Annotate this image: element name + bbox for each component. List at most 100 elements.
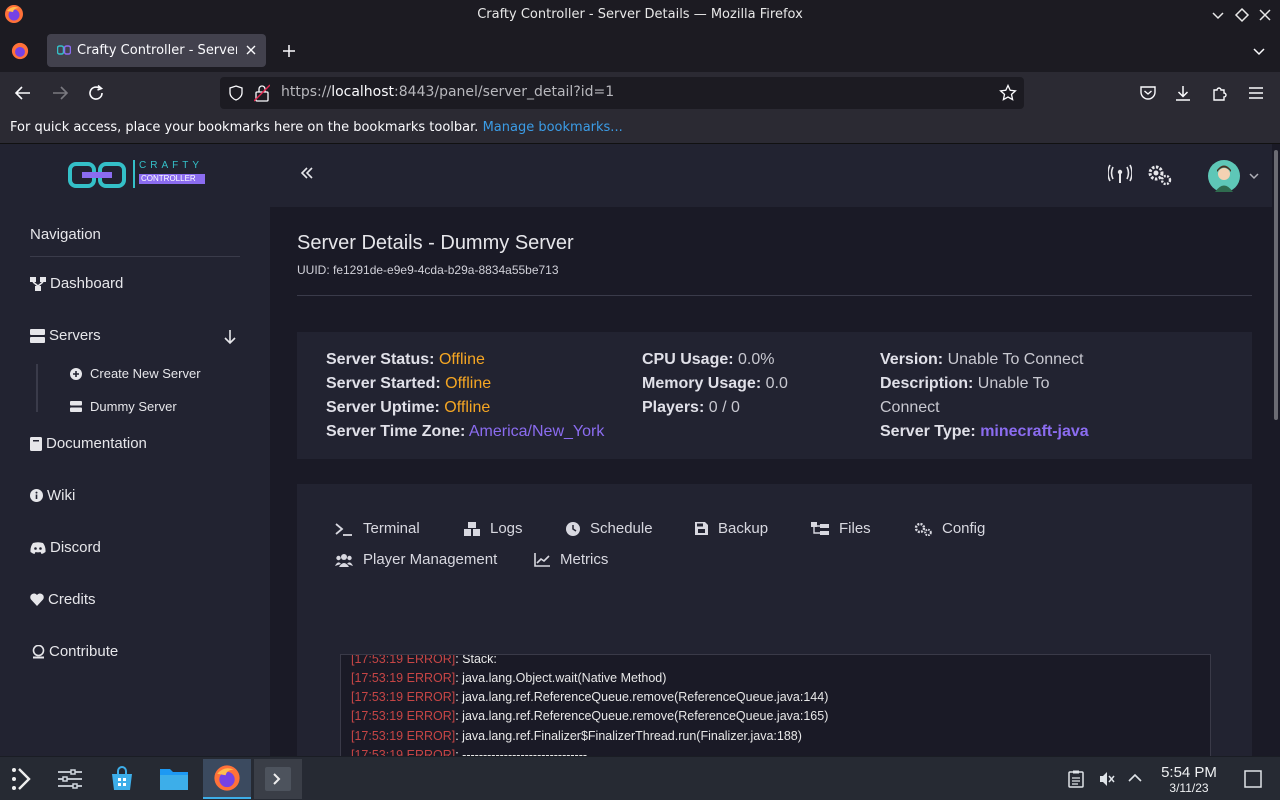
stats-column-info: Version: Unable To Connect Description: … bbox=[880, 348, 1100, 444]
close-tab-icon[interactable] bbox=[245, 43, 257, 57]
info-circle-icon bbox=[30, 489, 43, 502]
tracking-shield-icon[interactable] bbox=[228, 85, 244, 101]
tab-backup[interactable]: Backup bbox=[695, 520, 768, 537]
stat-value: Offline bbox=[445, 375, 492, 392]
discover-store-icon[interactable] bbox=[100, 759, 144, 799]
tab-files[interactable]: Files bbox=[811, 520, 871, 537]
firefox-taskbar-icon[interactable] bbox=[203, 759, 251, 799]
sidebar-item-discord[interactable]: Discord bbox=[30, 539, 101, 556]
tab-player-management[interactable]: Player Management bbox=[335, 551, 497, 568]
tab-logs[interactable]: Logs bbox=[464, 520, 523, 537]
sidebar-item-servers[interactable]: Servers bbox=[30, 327, 101, 344]
system-settings-icon[interactable] bbox=[48, 759, 92, 799]
chevron-down-icon[interactable] bbox=[1248, 170, 1260, 182]
volume-muted-icon[interactable] bbox=[1098, 770, 1116, 788]
bookmark-star-icon[interactable] bbox=[999, 84, 1017, 102]
tab-schedule[interactable]: Schedule bbox=[566, 520, 653, 537]
sidebar-item-documentation[interactable]: Documentation bbox=[30, 435, 147, 452]
collapse-sidebar-icon[interactable] bbox=[300, 166, 314, 180]
tab-label: Logs bbox=[490, 520, 523, 537]
clock[interactable]: 5:54 PM 3/11/23 bbox=[1150, 765, 1228, 796]
url-path: :8443/panel/server_detail?id=1 bbox=[394, 84, 615, 100]
tab-terminal[interactable]: Terminal bbox=[335, 520, 420, 537]
browser-tab[interactable]: Crafty Controller - Server D bbox=[47, 34, 266, 67]
header-divider bbox=[297, 295, 1252, 296]
show-desktop-icon[interactable] bbox=[1244, 770, 1262, 788]
clipboard-icon[interactable] bbox=[1068, 770, 1084, 788]
stat-label: Players: bbox=[642, 399, 705, 416]
tray-expand-icon[interactable] bbox=[1127, 771, 1143, 785]
tab-label: Metrics bbox=[560, 551, 609, 568]
log-line: [17:53:19 ERROR]: java.lang.Object.wait(… bbox=[351, 671, 666, 685]
list-tabs-icon[interactable] bbox=[1251, 43, 1267, 59]
reload-icon[interactable] bbox=[87, 84, 105, 102]
stat-server-timezone: Server Time Zone: America/New_York bbox=[326, 420, 604, 444]
log-timestamp: [17:53:19 ERROR] bbox=[351, 748, 456, 756]
stat-value: Unable To bbox=[977, 375, 1050, 392]
clock-icon bbox=[566, 521, 580, 536]
sidebar-subitem-create-server[interactable]: Create New Server bbox=[70, 366, 201, 381]
sidebar-item-contribute[interactable]: Contribute bbox=[32, 643, 118, 660]
settings-gears-icon[interactable] bbox=[1147, 164, 1173, 186]
crafty-wordmark: CRAFTY CONTROLLER bbox=[133, 160, 205, 188]
new-tab-icon[interactable] bbox=[281, 43, 297, 59]
tab-favicon-icon bbox=[57, 45, 71, 55]
sidebar-label-discord: Discord bbox=[50, 539, 101, 556]
app-launcher-icon[interactable] bbox=[0, 759, 44, 799]
maximize-icon[interactable] bbox=[1234, 7, 1250, 23]
tab-metrics[interactable]: Metrics bbox=[534, 551, 608, 568]
pocket-icon[interactable] bbox=[1139, 84, 1157, 102]
plus-circle-icon bbox=[70, 367, 82, 380]
menu-icon[interactable] bbox=[1247, 84, 1265, 102]
extensions-icon[interactable] bbox=[1211, 84, 1229, 102]
close-window-icon[interactable] bbox=[1257, 7, 1273, 23]
downloads-icon[interactable] bbox=[1174, 84, 1192, 102]
heart-icon bbox=[30, 593, 44, 606]
terminal-taskbar-icon[interactable] bbox=[254, 759, 302, 799]
log-line: [17:53:19 ERROR]: java.lang.ref.Referenc… bbox=[351, 690, 828, 704]
file-manager-icon[interactable] bbox=[152, 759, 196, 799]
sidebar-subitem-dummy-server[interactable]: Dummy Server bbox=[70, 399, 177, 414]
sidebar-label-create-server: Create New Server bbox=[90, 366, 201, 381]
stat-description: Description: Unable To bbox=[880, 372, 1100, 396]
arrow-down-icon[interactable] bbox=[223, 329, 237, 345]
sidebar-label-credits: Credits bbox=[48, 591, 96, 608]
sidebar-label-servers: Servers bbox=[49, 327, 101, 344]
forward-icon[interactable] bbox=[51, 84, 69, 102]
tab-config[interactable]: Config bbox=[914, 520, 985, 537]
log-timestamp: [17:53:19 ERROR] bbox=[351, 671, 456, 685]
user-avatar[interactable] bbox=[1207, 159, 1241, 193]
log-text: : java.lang.ref.ReferenceQueue.remove(Re… bbox=[455, 709, 829, 723]
stat-label: Server Uptime: bbox=[326, 399, 440, 416]
log-text: : java.lang.ref.ReferenceQueue.remove(Re… bbox=[455, 690, 829, 704]
stat-server-status: Server Status: Offline bbox=[326, 348, 604, 372]
manage-bookmarks-link[interactable]: Manage bookmarks... bbox=[483, 120, 623, 135]
log-text: : java.lang.ref.Finalizer$FinalizerThrea… bbox=[455, 729, 802, 743]
page-scrollbar-thumb[interactable] bbox=[1274, 150, 1278, 420]
sidebar-item-credits[interactable]: Credits bbox=[30, 591, 96, 608]
sidebar-item-dashboard[interactable]: Dashboard bbox=[30, 275, 123, 292]
log-text: : ------------------------------ bbox=[455, 748, 588, 756]
sidebar-heading: Navigation bbox=[30, 226, 101, 243]
sidebar-item-wiki[interactable]: Wiki bbox=[30, 487, 75, 504]
back-icon[interactable] bbox=[14, 84, 32, 102]
submenu-line bbox=[36, 364, 38, 412]
bookmarks-hint-text: For quick access, place your bookmarks h… bbox=[10, 120, 479, 135]
discord-icon bbox=[30, 541, 46, 554]
insecure-lock-icon[interactable] bbox=[254, 84, 270, 102]
boxes-icon bbox=[464, 521, 480, 536]
donate-icon bbox=[32, 644, 45, 659]
broadcast-icon[interactable] bbox=[1108, 164, 1132, 184]
minimize-icon[interactable] bbox=[1210, 7, 1226, 23]
log-timestamp: [17:53:19 ERROR] bbox=[351, 654, 456, 666]
url-bar[interactable]: https://localhost:8443/panel/server_deta… bbox=[220, 77, 1024, 109]
stat-label: Description: bbox=[880, 375, 974, 392]
log-text: : java.lang.Object.wait(Native Method) bbox=[455, 671, 667, 685]
stat-label: Server Type: bbox=[880, 423, 976, 440]
crafty-logo[interactable] bbox=[68, 161, 128, 189]
url-text[interactable]: https://localhost:8443/panel/server_deta… bbox=[281, 84, 614, 100]
sidebar-label-dummy-server: Dummy Server bbox=[90, 399, 177, 414]
sidebar: CRAFTY CONTROLLER Navigation Dashboard S… bbox=[0, 144, 270, 756]
terminal-output[interactable]: [17:53:19 ERROR]: Stack: [17:53:19 ERROR… bbox=[340, 654, 1211, 756]
firefox-view-icon[interactable] bbox=[11, 42, 29, 60]
